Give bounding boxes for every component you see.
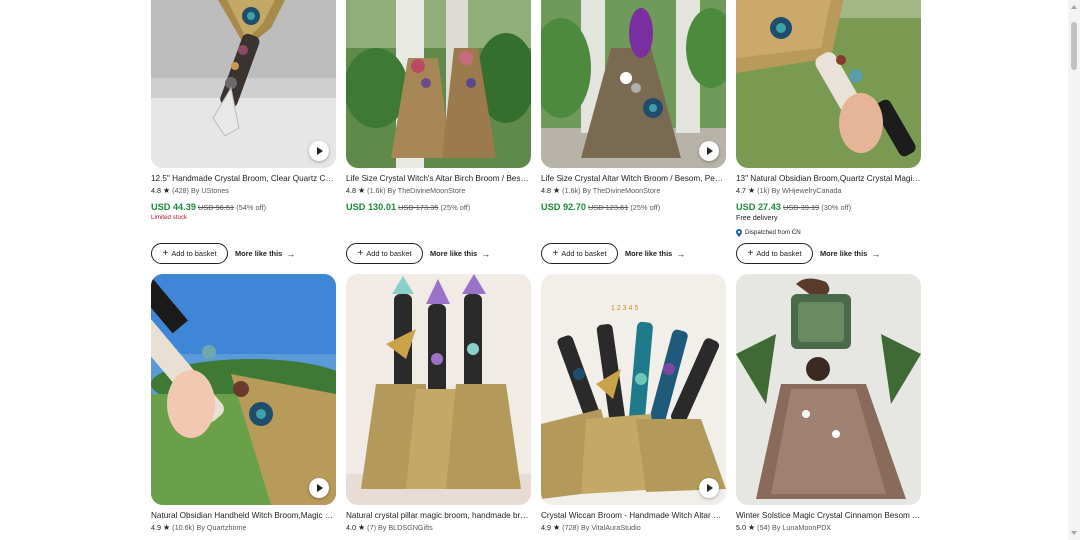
star-icon: ★ bbox=[553, 523, 561, 532]
listing-image[interactable] bbox=[541, 0, 726, 168]
star-icon: ★ bbox=[553, 186, 561, 195]
more-like-this-link[interactable]: More like this → bbox=[820, 243, 880, 264]
star-icon: ★ bbox=[748, 523, 756, 532]
add-to-basket-button[interactable]: + Add to basket bbox=[346, 243, 423, 264]
star-icon: ★ bbox=[163, 523, 171, 532]
arrow-right-icon: → bbox=[676, 248, 686, 259]
page-scrollbar[interactable] bbox=[1068, 0, 1080, 540]
listing-image[interactable] bbox=[346, 274, 531, 505]
listing-title[interactable]: Life Size Crystal Altar Witch Broom / Be… bbox=[541, 173, 726, 184]
arrow-right-icon: → bbox=[286, 248, 296, 259]
listing-rating: 4.0 ★ (7) By BLDSGNGifts bbox=[346, 523, 433, 532]
play-video-icon[interactable] bbox=[309, 141, 329, 161]
listing-title[interactable]: Natural Obsidian Handheld Witch Broom,Ma… bbox=[151, 510, 336, 521]
plus-icon: + bbox=[552, 247, 559, 259]
more-like-this-link[interactable]: More like this → bbox=[625, 243, 685, 264]
shop-name[interactable]: By LunaMoonPDX bbox=[772, 523, 831, 532]
listing-title[interactable]: Natural crystal pillar magic broom, hand… bbox=[346, 510, 531, 521]
scroll-down-arrow-icon[interactable] bbox=[1071, 531, 1077, 535]
listing-rating: 4.8 ★ (428) By UStones bbox=[151, 186, 229, 195]
listing-rating: 4.7 ★ (1k) By WHjewelryCanada bbox=[736, 186, 842, 195]
listing-title[interactable]: Winter Solstice Magic Crystal Cinnamon B… bbox=[736, 510, 921, 521]
play-video-icon[interactable] bbox=[699, 141, 719, 161]
arrow-right-icon: → bbox=[871, 248, 881, 259]
add-to-basket-button[interactable]: + Add to basket bbox=[151, 243, 228, 264]
arrow-right-icon: → bbox=[481, 248, 491, 259]
shop-name[interactable]: By TheDivineMoonStore bbox=[583, 186, 661, 195]
listing-rating: 4.8 ★ (1.6k) By TheDivineMoonStore bbox=[541, 186, 661, 195]
plus-icon: + bbox=[162, 247, 169, 259]
location-pin-icon bbox=[736, 229, 742, 237]
listing-image[interactable]: 1 2 3 4 5 bbox=[541, 274, 726, 505]
plus-icon: + bbox=[357, 247, 364, 259]
star-icon: ★ bbox=[163, 186, 171, 195]
listing-image[interactable] bbox=[346, 0, 531, 168]
listing-image[interactable] bbox=[151, 274, 336, 505]
listing-price: USD 130.01 USD 173.35 (25% off) bbox=[346, 202, 471, 212]
listing-title[interactable]: Life Size Crystal Witch's Altar Birch Br… bbox=[346, 173, 531, 184]
scroll-up-arrow-icon[interactable] bbox=[1071, 5, 1077, 9]
add-to-basket-button[interactable]: + Add to basket bbox=[736, 243, 813, 264]
listing-rating: 5.0 ★ (54) By LunaMoonPDX bbox=[736, 523, 832, 532]
limited-stock-label: Limited stock bbox=[151, 214, 188, 221]
shop-name[interactable]: By VitalAuraStudio bbox=[581, 523, 641, 532]
shop-name[interactable]: By Quartzhome bbox=[197, 523, 247, 532]
scroll-thumb[interactable] bbox=[1071, 22, 1077, 70]
listing-price: USD 92.70 USD 123.61 (25% off) bbox=[541, 202, 661, 212]
add-to-basket-button[interactable]: + Add to basket bbox=[541, 243, 618, 264]
play-video-icon[interactable] bbox=[699, 478, 719, 498]
dispatch-info: Dispatched from CN bbox=[736, 229, 801, 237]
listing-title[interactable]: Crystal Wiccan Broom - Handmade Witch Al… bbox=[541, 510, 726, 521]
listing-rating: 4.9 ★ (10.6k) By Quartzhome bbox=[151, 523, 247, 532]
plus-icon: + bbox=[747, 247, 754, 259]
shop-name[interactable]: By TheDivineMoonStore bbox=[388, 186, 466, 195]
listing-title[interactable]: 12.5" Handmade Crystal Broom, Clear Quar… bbox=[151, 173, 336, 184]
listing-title[interactable]: 13" Natural Obsidian Broom,Quartz Crysta… bbox=[736, 173, 921, 184]
star-icon: ★ bbox=[358, 523, 366, 532]
star-icon: ★ bbox=[748, 186, 756, 195]
shop-name[interactable]: By BLDSGNGifts bbox=[378, 523, 433, 532]
image-number-strip: 1 2 3 4 5 bbox=[611, 305, 638, 312]
listing-rating: 4.8 ★ (1.6k) By TheDivineMoonStore bbox=[346, 186, 466, 195]
listing-image[interactable] bbox=[151, 0, 336, 168]
free-delivery-label: Free delivery bbox=[736, 213, 778, 222]
listing-image[interactable] bbox=[736, 0, 921, 168]
shop-name[interactable]: By UStones bbox=[191, 186, 229, 195]
more-like-this-link[interactable]: More like this → bbox=[235, 243, 295, 264]
more-like-this-link[interactable]: More like this → bbox=[430, 243, 490, 264]
listing-image[interactable] bbox=[736, 274, 921, 505]
star-icon: ★ bbox=[358, 186, 366, 195]
play-video-icon[interactable] bbox=[309, 478, 329, 498]
shop-name[interactable]: By WHjewelryCanada bbox=[772, 186, 842, 195]
listing-price: USD 44.39 USD 96.51 (54% off) bbox=[151, 202, 267, 212]
listing-rating: 4.9 ★ (728) By VitalAuraStudio bbox=[541, 523, 641, 532]
